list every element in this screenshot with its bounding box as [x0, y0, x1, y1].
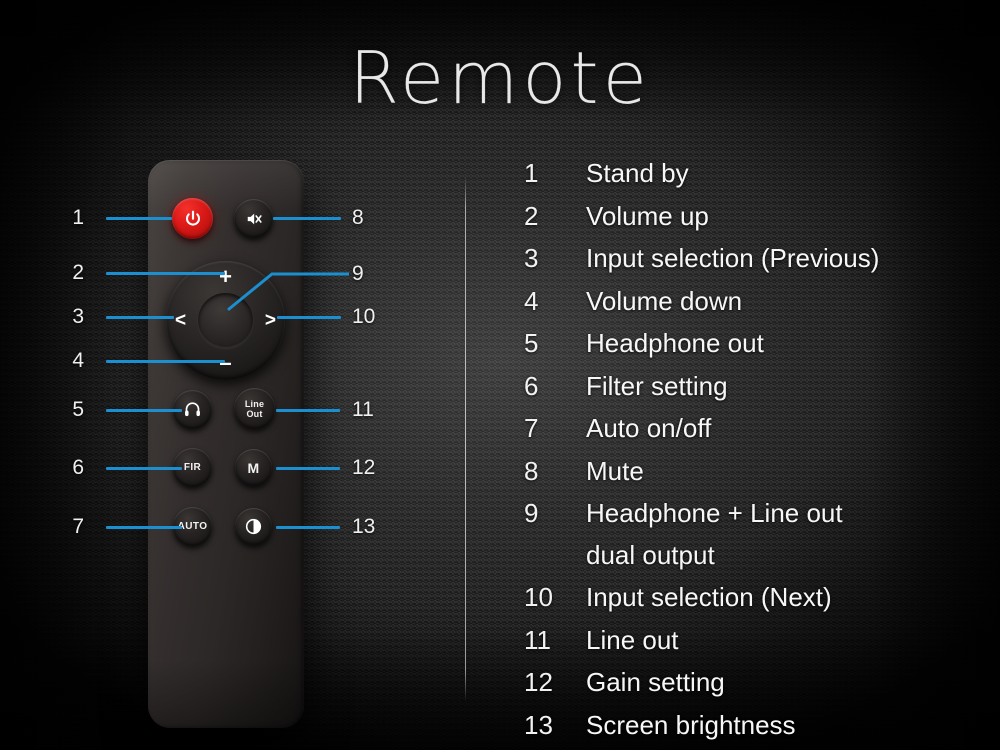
legend-row: 2 Volume up: [524, 196, 994, 238]
input-previous-symbol[interactable]: <: [175, 311, 186, 330]
legend-number: 7: [524, 413, 539, 443]
legend-text: Headphone + Line out dual output: [586, 498, 843, 570]
leader-line-5: [106, 409, 182, 412]
remote-diagram-page: Remote + – < > Line Out FIR M AUTO 1 2 3…: [0, 0, 1000, 750]
leader-line-2: [106, 272, 225, 275]
legend-text: Input selection (Previous): [586, 243, 880, 273]
legend-number: 13: [524, 709, 553, 740]
legend-row: 13 Screen brightness: [524, 705, 994, 747]
legend-text: Screen brightness: [586, 709, 796, 740]
callout-number-11: 11: [352, 398, 374, 421]
line-out-label-line2: Out: [246, 408, 263, 419]
gain-setting-button[interactable]: M: [235, 449, 272, 486]
legend-number: 6: [524, 370, 539, 401]
callout-number-6: 6: [72, 456, 84, 479]
line-out-button-label: Line Out: [245, 399, 264, 419]
callout-number-13: 13: [352, 515, 376, 538]
legend-row: 1 Stand by: [524, 153, 994, 195]
brightness-icon: [245, 518, 262, 535]
legend-row: 11 Line out: [524, 620, 994, 662]
callout-number-5: 5: [72, 398, 84, 421]
callout-number-10: 10: [352, 305, 376, 328]
legend-number: 8: [524, 455, 539, 486]
power-icon: [185, 210, 200, 226]
legend-text: Mute: [586, 455, 644, 486]
legend-text: Volume down: [586, 285, 743, 316]
page-title: Remote: [349, 36, 651, 120]
volume-down-symbol[interactable]: –: [166, 352, 285, 374]
legend-number: 9: [524, 498, 539, 528]
headphone-icon: [185, 402, 200, 417]
mute-button[interactable]: [234, 199, 273, 238]
legend-text: Stand by: [586, 158, 689, 188]
legend-row: 5 Headphone out: [524, 323, 994, 365]
legend-row: 12 Gain setting: [524, 662, 994, 704]
leader-line-1: [106, 217, 172, 220]
legend-row: 4 Volume down: [524, 281, 994, 323]
legend-row: 8 Mute: [524, 451, 994, 493]
legend-number: 1: [524, 158, 539, 188]
callout-number-4: 4: [72, 349, 84, 372]
leader-line-8: [273, 217, 341, 220]
legend-text: Filter setting: [586, 370, 728, 401]
legend-text: Headphone out: [586, 328, 764, 358]
leader-line-10: [277, 316, 341, 319]
line-out-label-line1: Line: [244, 398, 265, 409]
callout-number-12: 12: [352, 456, 376, 479]
legend-number: 12: [524, 667, 553, 697]
callout-number-7: 7: [72, 515, 84, 538]
legend-list: 1 Stand by 2 Volume up 3 Input selection (Pre…: [524, 153, 994, 747]
legend-number: 4: [524, 285, 539, 316]
mute-icon: [247, 213, 262, 224]
vertical-divider: [465, 176, 466, 701]
fir-button-label: FIR: [183, 461, 202, 473]
legend-row: 3 Input selection (Previous): [524, 238, 994, 280]
leader-line-3: [106, 316, 174, 319]
screen-brightness-button[interactable]: [235, 508, 272, 545]
leader-line-9: [227, 272, 349, 311]
legend-row: 10 Input selection (Next): [524, 577, 994, 619]
callout-number-2: 2: [72, 261, 84, 284]
legend-number: 3: [524, 243, 539, 273]
legend-text: Input selection (Next): [586, 582, 832, 612]
callout-number-8: 8: [352, 206, 364, 229]
legend-number: 11: [524, 624, 551, 655]
line-out-button[interactable]: Line Out: [234, 388, 275, 429]
auto-button-label: AUTO: [177, 520, 208, 532]
legend-row: 7 Auto on/off: [524, 408, 994, 450]
callout-number-1: 1: [72, 206, 84, 229]
leader-line-11: [276, 409, 340, 412]
power-button[interactable]: [172, 198, 213, 239]
leader-line-6: [106, 467, 182, 470]
legend-text: Auto on/off: [586, 413, 712, 443]
legend-text: Gain setting: [586, 667, 725, 697]
remote-control-body: + – < > Line Out FIR M AUTO: [148, 160, 304, 728]
legend-number: 2: [524, 200, 539, 231]
leader-line-12: [276, 467, 340, 470]
callout-number-9: 9: [352, 262, 364, 285]
legend-row: 9 Headphone + Line out dual output: [524, 493, 994, 576]
m-button-label: M: [247, 459, 260, 476]
legend-number: 10: [524, 582, 553, 612]
legend-text: Volume up: [586, 200, 709, 231]
legend-number: 5: [524, 328, 539, 358]
callout-number-3: 3: [72, 305, 84, 328]
leader-line-4: [106, 360, 225, 363]
leader-line-13: [276, 526, 340, 529]
leader-line-7: [106, 526, 182, 529]
legend-text: Line out: [586, 624, 679, 655]
legend-row: 6 Filter setting: [524, 366, 994, 408]
